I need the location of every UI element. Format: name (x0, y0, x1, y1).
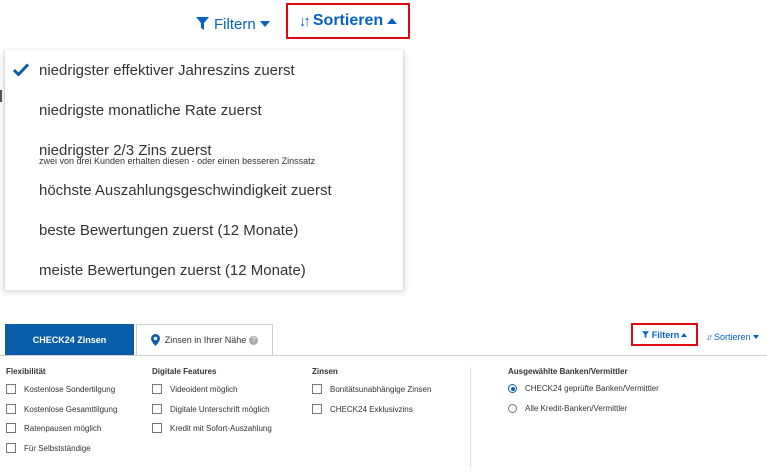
checkbox-label: Für Selbstständige (24, 443, 91, 453)
column-title-selected-banks: Ausgewählte Banken/Vermittler (508, 367, 628, 376)
tab-check24-rates[interactable]: CHECK24 Zinsen (5, 324, 134, 355)
filter-icon (196, 17, 209, 30)
sort-option-effective-rate[interactable]: niedrigster effektiver Jahreszins zuerst (39, 62, 295, 79)
checkmark-icon (13, 63, 29, 76)
sort-arrows-icon: ↓↑ (298, 12, 311, 30)
checkbox[interactable] (152, 384, 162, 394)
checkbox-label: CHECK24 Exklusivzins (330, 404, 413, 414)
checkbox[interactable] (6, 384, 16, 394)
sort-button-small[interactable]: ↓↑ Sortieren (706, 332, 759, 342)
toolbar: Filtern ↓↑ Sortieren (0, 0, 420, 50)
checkbox[interactable] (6, 404, 16, 414)
checkbox-exclusive-rate[interactable]: CHECK24 Exklusivzins (312, 404, 413, 414)
sort-option-best-ratings[interactable]: beste Bewertungen zuerst (12 Monate) (39, 222, 298, 239)
sort-label: Sortieren (312, 12, 384, 29)
sort-arrows-icon: ↓↑ (706, 332, 713, 342)
checkbox-free-special-repayment[interactable]: Kostenlose Sondertilgung (6, 384, 115, 394)
checkbox-label: Videoident möglich (170, 384, 238, 394)
sort-option-monthly-rate[interactable]: niedrigste monatliche Rate zuerst (39, 102, 262, 119)
filter-button[interactable]: Filtern (196, 14, 270, 34)
column-title-flexibility: Flexibilität (6, 367, 46, 376)
column-title-digital-features: Digitale Features (152, 367, 217, 376)
filter-panel: CHECK24 Zinsen Zinsen in Ihrer Nähe ? Fi… (0, 318, 767, 473)
checkbox-digital-signature[interactable]: Digitale Unterschrift möglich (152, 404, 270, 414)
sort-options-menu: niedrigster effektiver Jahreszins zuerst… (4, 50, 404, 290)
radio-label: CHECK24 geprüfte Banken/Vermittler (525, 384, 659, 393)
tab-label: CHECK24 Zinsen (32, 334, 107, 345)
checkbox-credit-independent-rates[interactable]: Bonitätsunabhängige Zinsen (312, 384, 431, 394)
location-pin-icon (150, 334, 160, 346)
checkbox-label: Kostenlose Sondertilgung (24, 384, 116, 394)
chevron-up-icon (681, 332, 688, 337)
sort-dropdown-zoom: Filtern ↓↑ Sortieren niedrigster effekti… (0, 0, 420, 290)
sort-option-two-thirds-sublabel: zwei von drei Kunden erhalten diesen - o… (39, 156, 316, 166)
checkbox[interactable] (152, 423, 162, 433)
checkbox-label: Bonitätsunabhängige Zinsen (330, 384, 432, 394)
sort-option-payout-speed[interactable]: höchste Auszahlungsgeschwindigkeit zuers… (39, 182, 332, 199)
sort-button[interactable]: ↓↑ Sortieren (286, 3, 410, 39)
sort-option-most-ratings[interactable]: meiste Bewertungen zuerst (12 Monate) (39, 262, 306, 279)
checkbox[interactable] (152, 404, 162, 414)
checkbox-label: Kostenlose Gesamttilgung (24, 404, 118, 414)
radio-label: Alle Kredit-Banken/Vermittler (525, 404, 628, 413)
chevron-up-icon (387, 18, 398, 24)
tabs-row: CHECK24 Zinsen Zinsen in Ihrer Nähe ? Fi… (0, 318, 767, 356)
checkbox-self-employed[interactable]: Für Selbstständige (6, 443, 91, 453)
filter-label: Filtern (651, 329, 680, 340)
checkbox[interactable] (6, 443, 16, 453)
checkbox-label: Digitale Unterschrift möglich (170, 404, 270, 414)
checkbox-label: Kredit mit Sofort-Auszahlung (170, 423, 272, 433)
checkbox-payment-pauses[interactable]: Ratenpausen möglich (6, 423, 101, 433)
filter-button-small[interactable]: Filtern (631, 323, 698, 346)
chevron-down-icon (259, 21, 270, 27)
radio-check24-verified-banks[interactable]: CHECK24 geprüfte Banken/Vermittler (508, 384, 659, 393)
column-title-rates: Zinsen (312, 367, 338, 376)
help-icon[interactable]: ? (249, 335, 259, 345)
tab-local-rates[interactable]: Zinsen in Ihrer Nähe ? (136, 324, 273, 355)
checkbox-free-full-repayment[interactable]: Kostenlose Gesamttilgung (6, 404, 117, 414)
column-divider (470, 367, 471, 467)
checkbox[interactable] (312, 384, 322, 394)
checkbox-videoident[interactable]: Videoident möglich (152, 384, 237, 394)
checkbox[interactable] (6, 423, 16, 433)
radio-button[interactable] (508, 384, 517, 393)
page-edge-mark (0, 90, 2, 102)
chevron-down-icon (752, 335, 759, 339)
filter-icon (641, 330, 649, 338)
tab-label: Zinsen in Ihrer Nähe (164, 335, 247, 345)
checkbox-label: Ratenpausen möglich (24, 423, 102, 433)
checkbox[interactable] (312, 404, 322, 414)
filter-label: Filtern (214, 15, 256, 33)
radio-button[interactable] (508, 404, 517, 413)
checkbox-instant-payout[interactable]: Kredit mit Sofort-Auszahlung (152, 423, 272, 433)
radio-all-banks[interactable]: Alle Kredit-Banken/Vermittler (508, 404, 627, 413)
sort-label: Sortieren (714, 332, 751, 342)
